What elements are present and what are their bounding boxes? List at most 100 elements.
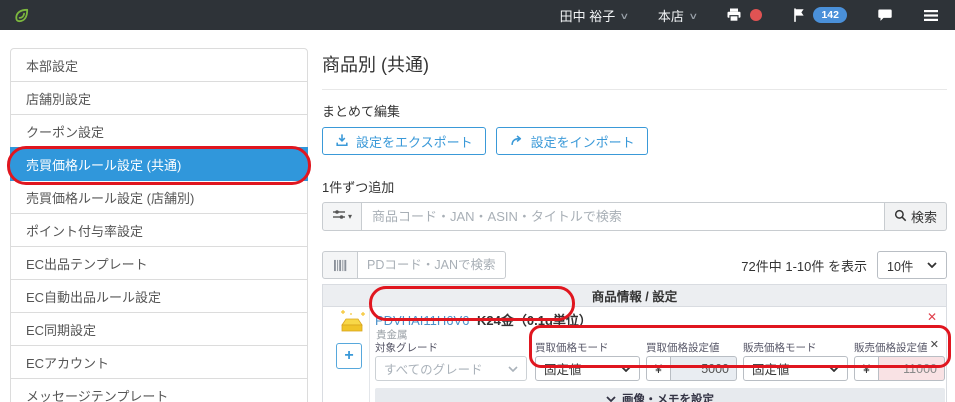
barcode-search-input[interactable]	[358, 251, 506, 279]
app-window: 田中 裕子 ∨ 本店 ∨ 142 本部設定 店舗別設定 クーポン設定 売買価格ル…	[0, 0, 955, 402]
printer-alert-dot	[750, 9, 763, 21]
yen-currency-addon: ¥	[646, 356, 670, 381]
store-name: 本店	[657, 8, 684, 24]
sidebar-item-label: EC同期設定	[26, 322, 97, 338]
sidebar-item[interactable]: EC同期設定	[10, 312, 308, 346]
sidebar-item[interactable]: クーポン設定	[10, 114, 308, 148]
product-code-link[interactable]: PDVHAI11H6V6	[375, 313, 469, 328]
image-memo-label: 画像・メモを設定	[622, 394, 714, 402]
product-row: + PDVHAI11H6V6 K24金（0.1g単位） 貴金属 ✕ 対象グレード…	[322, 307, 947, 402]
sliders-icon	[332, 208, 346, 226]
search-button[interactable]: 検索	[885, 202, 947, 231]
add-rule-button[interactable]: +	[336, 343, 362, 369]
product-name: K24金（0.1g単位）	[477, 313, 592, 328]
sidebar-item-label: メッセージテンプレート	[26, 388, 169, 402]
search-filter-button[interactable]: ▾	[322, 202, 362, 231]
table-header: 商品情報 / 設定	[322, 284, 947, 307]
grade-label: 対象グレード	[375, 342, 438, 354]
barcode-icon-button[interactable]	[322, 251, 358, 279]
chevron-down-icon	[606, 396, 616, 402]
sidebar-item[interactable]: メッセージテンプレート	[10, 378, 308, 402]
buy-mode-label: 買取価格モード	[535, 342, 609, 354]
app-logo-leaf-icon[interactable]	[12, 6, 31, 25]
sell-mode-field: 販売価格モード 固定値	[743, 340, 848, 381]
flag-icon	[792, 7, 807, 23]
buy-mode-select[interactable]: 固定値	[535, 356, 640, 381]
chevron-down-icon: ▾	[347, 212, 352, 221]
gold-ingot-icon	[337, 310, 367, 339]
export-settings-label: 設定をエクスポート	[356, 134, 473, 150]
import-settings-label: 設定をインポート	[530, 134, 635, 150]
sidebar-item[interactable]: 売買価格ルール設定 (共通)	[10, 147, 308, 181]
image-memo-toggle[interactable]: 画像・メモを設定	[375, 388, 945, 402]
sidebar-item-label: 売買価格ルール設定 (店舗別)	[26, 190, 195, 206]
yen-currency-addon: ¥	[854, 356, 878, 381]
sell-price-input[interactable]	[878, 356, 945, 381]
sidebar-item[interactable]: ECアカウント	[10, 345, 308, 379]
bulk-edit-section-label: まとめて編集	[322, 104, 401, 119]
sidebar-item[interactable]: ポイント付与率設定	[10, 213, 308, 247]
pagination-controls: 72件中 1-10件 を表示 10件	[741, 251, 947, 279]
product-title: PDVHAI11H6V6 K24金（0.1g単位）	[375, 310, 592, 329]
export-settings-button[interactable]: 設定をエクスポート	[322, 127, 486, 155]
plus-icon: +	[344, 347, 354, 364]
search-button-label: 検索	[910, 210, 937, 225]
sidebar-item[interactable]: 本部設定	[10, 48, 308, 82]
user-name: 田中 裕子	[559, 8, 616, 24]
chevron-down-icon	[508, 365, 518, 372]
chevron-down-icon: ∨	[619, 10, 630, 21]
chevron-down-icon: ∨	[688, 10, 699, 21]
grade-field: 対象グレード すべてのグレード	[375, 340, 527, 381]
grade-value: すべてのグレード	[384, 363, 483, 377]
sidebar-item[interactable]: 売買価格ルール設定 (店舗別)	[10, 180, 308, 214]
product-search-input[interactable]	[362, 202, 885, 231]
sidebar-item-label: ポイント付与率設定	[26, 223, 144, 239]
barcode-search-group	[322, 251, 506, 279]
chat-icon[interactable]	[877, 8, 893, 23]
buy-mode-field: 買取価格モード 固定値	[535, 340, 640, 381]
page-size-value: 10件	[887, 259, 914, 274]
sidebar-item[interactable]: EC自動出品ルール設定	[10, 279, 308, 313]
page-size-select[interactable]: 10件	[877, 251, 947, 279]
sell-mode-select[interactable]: 固定値	[743, 356, 848, 381]
remove-rule-button[interactable]: ✕	[930, 340, 939, 351]
download-icon	[335, 133, 349, 150]
bulk-edit-buttons: 設定をエクスポート 設定をインポート	[322, 127, 947, 155]
import-settings-button[interactable]: 設定をインポート	[495, 127, 648, 155]
price-rule-fields: 対象グレード すべてのグレード 買取価格モード 固定値 買取価格設定値 ¥ 50…	[375, 340, 945, 381]
chevron-down-icon	[829, 365, 839, 372]
buy-price-label: 買取価格設定値	[646, 342, 720, 354]
sidebar-item-label: EC出品テンプレート	[26, 256, 148, 272]
chevron-down-icon	[621, 365, 631, 372]
store-menu[interactable]: 本店 ∨	[657, 6, 699, 25]
sidebar-item-label: 売買価格ルール設定 (共通)	[26, 157, 182, 173]
sell-mode-value: 固定値	[752, 363, 790, 377]
notifications[interactable]: 142	[792, 7, 847, 23]
results-summary: 72件中 1-10件 を表示	[741, 258, 867, 274]
sidebar-item[interactable]: EC出品テンプレート	[10, 246, 308, 280]
user-menu[interactable]: 田中 裕子 ∨	[559, 6, 630, 25]
notification-count-badge: 142	[813, 7, 847, 23]
sell-mode-label: 販売価格モード	[743, 342, 817, 354]
hamburger-menu-icon[interactable]	[923, 9, 939, 22]
sidebar-item-label: 本部設定	[26, 58, 79, 74]
product-search-bar: ▾ 検索	[322, 202, 947, 231]
buy-price-input[interactable]	[670, 356, 737, 381]
printer-status[interactable]	[726, 7, 763, 23]
chevron-down-icon	[927, 262, 937, 268]
grade-select[interactable]: すべてのグレード	[375, 356, 527, 381]
sidebar-item-label: ECアカウント	[26, 355, 110, 371]
buy-mode-value: 固定値	[544, 363, 582, 377]
curved-arrow-icon	[509, 133, 524, 150]
printer-icon	[726, 7, 742, 23]
page-title: 商品別 (共通)	[322, 48, 947, 90]
single-add-section-label: 1件ずつ追加	[322, 180, 395, 195]
main-content: 商品別 (共通) まとめて編集 設定をエクスポート 設定をインポート 1件ずつ追…	[322, 48, 947, 402]
top-navbar: 田中 裕子 ∨ 本店 ∨ 142	[0, 0, 955, 30]
magnifier-icon	[894, 209, 907, 225]
row-column-divider	[369, 307, 370, 402]
sidebar-item-label: 店舗別設定	[26, 91, 92, 107]
sidebar-item[interactable]: 店舗別設定	[10, 81, 308, 115]
sidebar-item-label: EC自動出品ルール設定	[26, 289, 162, 305]
remove-product-button[interactable]: ✕	[927, 311, 937, 323]
